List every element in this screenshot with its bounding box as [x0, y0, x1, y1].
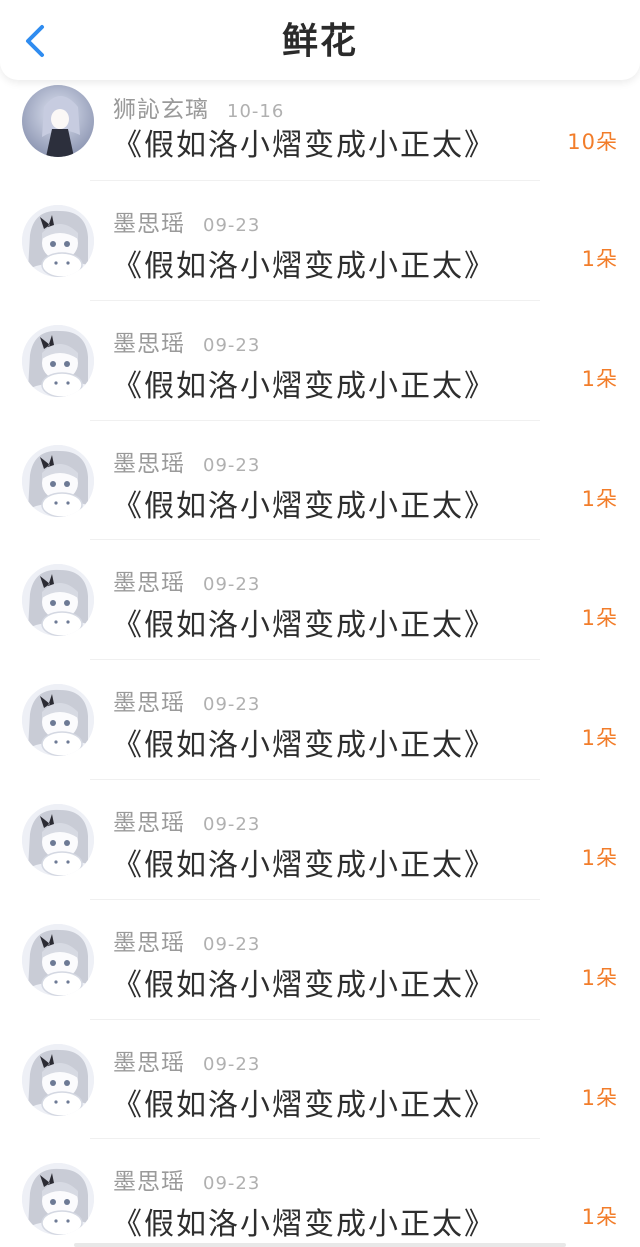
sender-name[interactable]: 墨思瑶: [113, 444, 185, 478]
avatar[interactable]: [22, 564, 94, 637]
work-title[interactable]: 《假如洛小熠变成小正太》: [112, 241, 496, 285]
sender-name[interactable]: 墨思瑶: [113, 1162, 185, 1196]
work-title[interactable]: 《假如洛小熠变成小正太》: [112, 600, 496, 644]
record-meta: 狮訫玄璃 10-16: [113, 90, 284, 124]
work-title[interactable]: 《假如洛小熠变成小正太》: [112, 720, 496, 764]
flower-record-row[interactable]: 墨思瑶 09-23 《假如洛小熠变成小正太》 1朵: [0, 1020, 640, 1140]
send-date: 10-16: [227, 101, 285, 122]
work-title[interactable]: 《假如洛小熠变成小正太》: [112, 481, 496, 525]
sender-name[interactable]: 墨思瑶: [113, 324, 185, 358]
avatar[interactable]: [22, 684, 94, 757]
work-title[interactable]: 《假如洛小熠变成小正太》: [112, 120, 496, 164]
flower-count: 1朵: [581, 486, 618, 511]
avatar[interactable]: [22, 803, 94, 876]
flower-count: 1朵: [581, 1205, 618, 1230]
flower-record-row[interactable]: 墨思瑶 09-23 《假如洛小熠变成小正太》 1朵: [0, 900, 640, 1020]
sender-name[interactable]: 狮訫玄璃: [113, 90, 209, 124]
flower-record-row[interactable]: 墨思瑶 09-23 《假如洛小熠变成小正太》 1朵: [0, 660, 640, 780]
flower-record-row[interactable]: 墨思瑶 09-23 《假如洛小熠变成小正太》 1朵: [0, 181, 640, 301]
flower-record-row[interactable]: 墨思瑶 09-23 《假如洛小熠变成小正太》 1朵: [0, 780, 640, 900]
record-meta: 墨思瑶 09-23: [113, 1162, 260, 1196]
send-date: 09-23: [203, 215, 261, 236]
avatar[interactable]: [22, 923, 94, 996]
flower-record-row[interactable]: 墨思瑶 09-23 《假如洛小熠变成小正太》 1朵: [0, 421, 640, 541]
record-meta: 墨思瑶 09-23: [113, 683, 260, 717]
flower-count: 1朵: [581, 1085, 618, 1110]
work-title[interactable]: 《假如洛小熠变成小正太》: [112, 1080, 496, 1124]
send-date: 09-23: [203, 1173, 261, 1195]
flower-record-row[interactable]: 墨思瑶 09-23 《假如洛小熠变成小正太》 1朵: [0, 301, 640, 421]
sender-name[interactable]: 墨思瑶: [113, 683, 185, 717]
avatar[interactable]: [22, 205, 94, 277]
send-date: 09-23: [203, 933, 261, 955]
top-nav-bar: 鲜花: [0, 0, 640, 80]
work-title[interactable]: 《假如洛小熠变成小正太》: [112, 840, 496, 884]
flower-list[interactable]: 狮訫玄璃 10-16 《假如洛小熠变成小正太》 10朵 墨思瑶 09-23 《假如洛小熠变成…: [0, 80, 640, 1247]
flower-record-row[interactable]: 墨思瑶 09-23 《假如洛小熠变成小正太》 1朵: [0, 540, 640, 660]
flower-count: 10朵: [567, 130, 618, 154]
record-meta: 墨思瑶 09-23: [113, 444, 260, 478]
work-title[interactable]: 《假如洛小熠变成小正太》: [112, 361, 496, 405]
sender-name[interactable]: 墨思瑶: [113, 204, 185, 238]
flower-record-row[interactable]: 墨思瑶 09-23 《假如洛小熠变成小正太》 1朵: [0, 1139, 640, 1247]
avatar[interactable]: [22, 1163, 94, 1236]
flower-count: 1朵: [581, 606, 618, 631]
avatar[interactable]: [22, 324, 94, 397]
record-meta: 墨思瑶 09-23: [113, 923, 260, 957]
avatar[interactable]: [22, 85, 94, 157]
record-meta: 墨思瑶 09-23: [113, 803, 260, 837]
avatar[interactable]: [22, 444, 94, 517]
sender-name[interactable]: 墨思瑶: [113, 563, 185, 597]
flower-record-row[interactable]: 狮訫玄璃 10-16 《假如洛小熠变成小正太》 10朵: [0, 80, 640, 181]
send-date: 09-23: [203, 813, 261, 835]
record-meta: 墨思瑶 09-23: [113, 324, 260, 358]
send-date: 09-23: [203, 694, 261, 716]
flower-count: 1朵: [581, 845, 618, 870]
flower-count: 1朵: [581, 247, 618, 271]
record-meta: 墨思瑶 09-23: [113, 563, 260, 597]
sender-name[interactable]: 墨思瑶: [113, 803, 185, 837]
page-title: 鲜花: [281, 21, 358, 62]
sender-name[interactable]: 墨思瑶: [113, 923, 185, 957]
send-date: 09-23: [203, 334, 261, 356]
avatar[interactable]: [22, 1043, 94, 1116]
work-title[interactable]: 《假如洛小熠变成小正太》: [112, 1199, 496, 1243]
work-title[interactable]: 《假如洛小熠变成小正太》: [112, 960, 496, 1004]
flower-count: 1朵: [581, 965, 618, 990]
record-meta: 墨思瑶 09-23: [113, 204, 260, 238]
flower-count: 1朵: [581, 726, 618, 751]
sender-name[interactable]: 墨思瑶: [113, 1043, 185, 1077]
horizontal-scrollbar[interactable]: [74, 1243, 566, 1247]
send-date: 09-23: [203, 574, 261, 596]
record-meta: 墨思瑶 09-23: [113, 1043, 260, 1077]
send-date: 09-23: [203, 1053, 261, 1075]
send-date: 09-23: [203, 454, 261, 476]
flower-count: 1朵: [581, 366, 618, 391]
